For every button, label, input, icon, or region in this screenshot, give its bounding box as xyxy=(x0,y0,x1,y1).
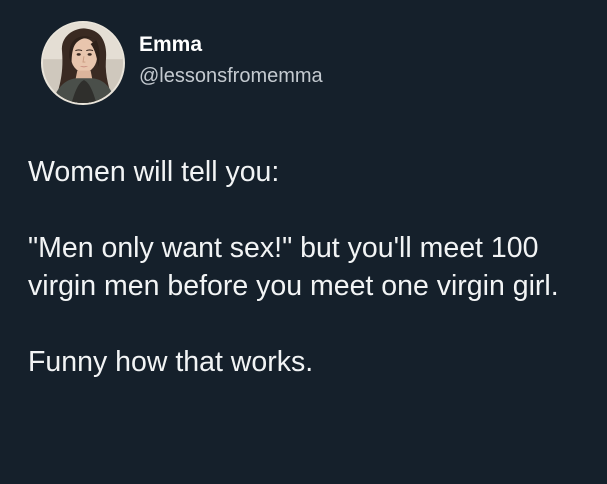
tweet-body: Women will tell you: "Men only want sex!… xyxy=(28,153,588,381)
user-handle[interactable]: @lessonsfromemma xyxy=(139,65,323,87)
tweet-card: Emma @lessonsfromemma Women will tell yo… xyxy=(0,0,607,484)
display-name[interactable]: Emma xyxy=(139,33,323,56)
tweet-paragraph-3: Funny how that works. xyxy=(28,346,314,378)
profile-photo-icon xyxy=(43,23,123,103)
tweet-paragraph-2: "Men only want sex!" but you'll meet 100… xyxy=(28,232,559,302)
tweet-header: Emma @lessonsfromemma xyxy=(41,20,323,106)
author-names: Emma @lessonsfromemma xyxy=(139,33,323,86)
avatar[interactable] xyxy=(41,21,125,105)
tweet-paragraph-1: Women will tell you: xyxy=(28,156,280,188)
